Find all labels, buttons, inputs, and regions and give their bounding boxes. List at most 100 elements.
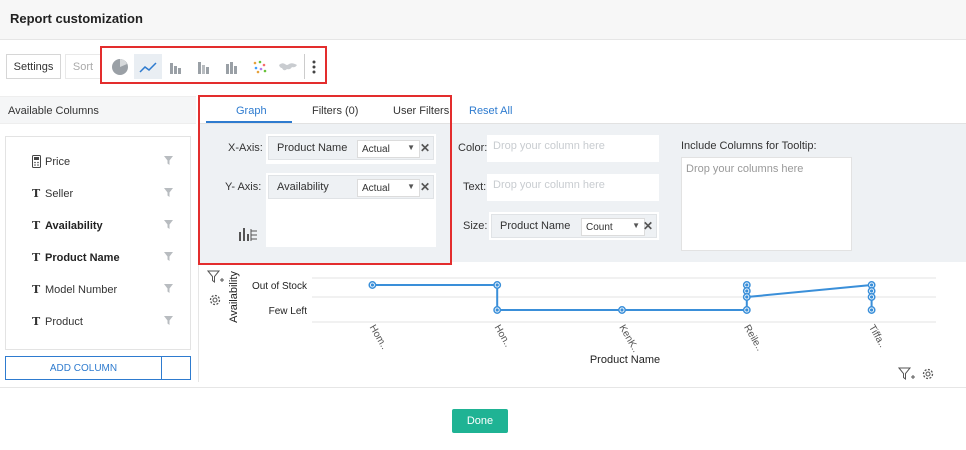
filter-add-icon[interactable] [206,270,225,289]
column-item-seller[interactable]: T Seller [6,185,190,205]
size-aggregation-select[interactable]: Count ▼ [581,218,645,236]
size-dropzone[interactable]: Product Name Count ▼ ✕ [489,212,659,240]
data-point-center [495,308,499,312]
bar-chart-icon[interactable] [162,54,190,79]
gear-icon-bottom[interactable] [921,367,935,386]
map-chart-icon[interactable] [274,54,302,79]
available-columns-header: Available Columns [0,96,196,124]
caret-down-icon: ▼ [407,143,415,152]
column-label: Availability [45,220,103,232]
column-item-availability[interactable]: T Availability [6,217,190,237]
data-point-center [745,308,749,312]
x-tick-label: Reile.. [741,323,765,353]
reset-all-link[interactable]: Reset All [469,105,512,117]
filter-add-icon-bottom[interactable] [897,367,916,386]
available-columns-title: Available Columns [8,105,99,117]
data-point-center [495,283,499,287]
filter-icon[interactable] [164,220,173,232]
add-column-button[interactable]: ADD COLUMN [5,356,162,380]
multi-axis-icon[interactable] [238,226,258,247]
calculator-icon [32,155,41,171]
dialog-header: Report customization [0,0,966,40]
column-label: Model Number [45,284,118,296]
settings-button[interactable]: Settings [6,54,61,79]
filter-icon[interactable] [164,284,173,296]
x-tick-label: Hom.. [367,323,390,352]
filter-icon[interactable] [164,316,173,328]
done-button[interactable]: Done [452,409,508,433]
scatter-chart-icon[interactable] [246,54,274,79]
column-list: Price T Seller T Availability T Product … [5,136,191,350]
column-label: Seller [45,188,74,200]
column-item-model-number[interactable]: T Model Number [6,281,190,301]
text-type-icon: T [32,315,41,328]
x-axis-dropzone[interactable]: Product Name Actual ▼ ✕ [266,134,436,164]
dialog-title: Report customization [10,11,143,26]
x-tick-label: Hon.. [492,323,513,349]
remove-icon[interactable]: ✕ [420,180,430,194]
text-type-icon: T [32,251,41,264]
more-options-icon[interactable] [304,54,322,79]
color-label: Color: [458,142,488,154]
data-point-center [870,308,874,312]
remove-icon[interactable]: ✕ [420,141,430,155]
data-point-center [745,283,749,287]
filter-icon[interactable] [164,188,173,200]
text-dropzone[interactable]: Drop your column here [487,174,659,201]
y-tick-label: Few Left [269,306,308,317]
filter-icon[interactable] [164,156,173,168]
data-point-center [870,295,874,299]
gear-icon[interactable] [208,293,222,312]
tooltip-label: Include Columns for Tooltip: [681,140,817,152]
x-axis-field: Product Name [277,142,348,154]
data-point-center [870,283,874,287]
tooltip-dropzone[interactable]: Drop your columns here [681,157,852,251]
column-label: Product [45,316,83,328]
data-point-center [620,308,624,312]
chart-type-toolbar [106,54,302,79]
stacked-bar-icon[interactable] [190,54,218,79]
filter-icon[interactable] [164,252,173,264]
text-label: Text: [463,181,487,193]
color-dropzone[interactable]: Drop your column here [487,135,659,162]
column-label: Product Name [45,252,120,264]
caret-down-icon: ▼ [632,221,640,230]
data-point-center [870,289,874,293]
y-axis-dropzone[interactable]: Availability Actual ▼ ✕ [266,173,436,247]
y-axis-label: Y- Axis: [225,181,262,193]
column-item-price[interactable]: Price [6,153,190,173]
text-type-icon: T [32,187,41,200]
y-tick-label: Out of Stock [252,281,308,292]
size-chip[interactable]: Product Name Count ▼ ✕ [491,214,657,238]
column-item-product-name[interactable]: T Product Name [6,249,190,269]
x-axis-aggregation-select[interactable]: Actual ▼ [357,140,420,158]
column-chart-icon[interactable] [218,54,246,79]
x-tick-label: KenK.. [616,323,641,355]
add-column-dropdown[interactable] [161,356,191,380]
y-axis-field: Availability [277,181,329,193]
column-item-product[interactable]: T Product [6,313,190,333]
column-label: Price [45,156,71,168]
data-point-center [745,289,749,293]
size-field: Product Name [500,220,571,232]
x-tick-label: Tiffa.. [866,323,888,350]
y-axis-title: Availability [228,271,240,323]
pie-chart-icon[interactable] [106,54,134,79]
x-axis-label: X-Axis: [228,142,263,154]
size-agg-value: Count [586,222,613,233]
data-point-center [745,295,749,299]
caret-down-icon: ▼ [407,182,415,191]
y-axis-chip[interactable]: Availability Actual ▼ ✕ [268,175,434,199]
y-axis-aggregation-select[interactable]: Actual ▼ [357,179,420,197]
size-label: Size: [463,220,488,232]
line-chart: Availability Product Name Few Left Out of… [228,271,936,366]
line-chart-icon[interactable] [134,54,162,79]
y-axis-agg-value: Actual [362,183,390,194]
footer-divider [0,387,966,388]
x-axis-agg-value: Actual [362,144,390,155]
text-type-icon: T [32,219,41,232]
sort-button[interactable]: Sort [65,54,101,79]
remove-icon[interactable]: ✕ [643,219,653,233]
x-axis-chip[interactable]: Product Name Actual ▼ ✕ [268,136,434,160]
data-point-center [370,283,374,287]
